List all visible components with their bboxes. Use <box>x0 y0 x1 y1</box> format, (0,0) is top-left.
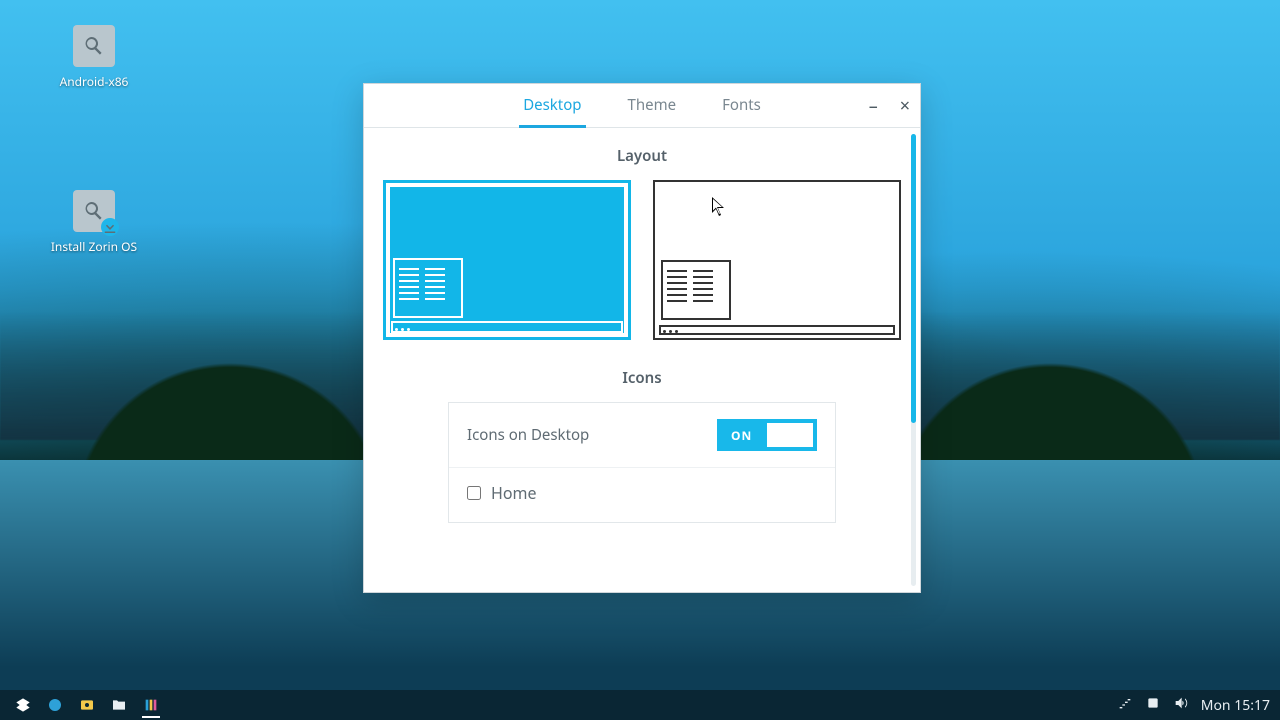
taskbar: Mon 15:17 <box>0 690 1280 720</box>
mouse-cursor-icon <box>712 197 726 217</box>
tab-bar: Desktop Theme Fonts <box>519 83 765 128</box>
taskbar-clock[interactable]: Mon 15:17 <box>1201 696 1270 715</box>
network-icon[interactable] <box>1117 695 1133 715</box>
desktop-icon-label: Install Zorin OS <box>44 238 144 255</box>
toggle-knob <box>767 423 813 447</box>
tab-theme[interactable]: Theme <box>624 83 681 128</box>
scrollbar-thumb[interactable] <box>911 134 916 423</box>
layout-option-alt[interactable] <box>653 180 901 340</box>
taskbar-appearance-button[interactable] <box>138 692 164 718</box>
home-checkbox[interactable] <box>467 486 481 500</box>
layout-option-classic[interactable] <box>383 180 631 340</box>
desktop-icon-install-zorin[interactable]: Install Zorin OS <box>44 190 144 255</box>
desktop-icon-label: Android-x86 <box>50 73 138 90</box>
magnify-icon <box>73 190 115 232</box>
home-icon-checkbox-row[interactable]: Home <box>449 468 835 522</box>
toggle-state-label: ON <box>731 427 752 444</box>
tab-desktop[interactable]: Desktop <box>519 83 585 128</box>
taskbar-active-indicator <box>142 716 160 718</box>
icons-on-desktop-toggle[interactable]: ON <box>717 419 817 451</box>
updates-icon[interactable] <box>1145 695 1161 715</box>
download-badge-icon <box>101 218 119 236</box>
start-menu-button[interactable] <box>10 692 36 718</box>
window-titlebar[interactable]: Desktop Theme Fonts – × <box>364 84 920 128</box>
close-button[interactable]: × <box>900 97 910 115</box>
desktop-icon-android-x86[interactable]: Android-x86 <box>50 25 138 90</box>
magnify-icon <box>73 25 115 67</box>
layout-section-label: Layout <box>380 146 904 166</box>
taskbar-browser-button[interactable] <box>42 692 68 718</box>
icons-panel: Icons on Desktop ON Home <box>448 402 836 523</box>
taskbar-files-button[interactable] <box>106 692 132 718</box>
tab-fonts[interactable]: Fonts <box>718 83 765 128</box>
appearance-settings-window: Desktop Theme Fonts – × Layout <box>363 83 921 593</box>
content-scrollbar[interactable] <box>911 134 916 586</box>
minimize-button[interactable]: – <box>869 97 878 115</box>
icons-section-label: Icons <box>380 368 904 388</box>
window-content: Layout <box>364 128 920 592</box>
taskbar-photos-button[interactable] <box>74 692 100 718</box>
volume-icon[interactable] <box>1173 695 1189 715</box>
home-checkbox-label: Home <box>491 482 537 504</box>
icons-on-desktop-label: Icons on Desktop <box>467 425 589 445</box>
